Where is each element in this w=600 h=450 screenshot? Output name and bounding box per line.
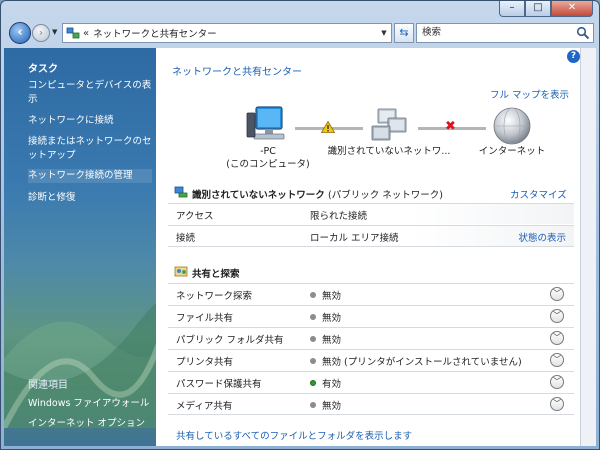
network-discovery-status: 無効 <box>322 291 342 302</box>
sharing-row-network-discovery: ネットワーク探索 無効 ﹀ <box>168 283 574 304</box>
access-label: アクセス <box>176 211 214 222</box>
file-sharing-status: 無効 <box>322 313 342 324</box>
address-path[interactable]: ネットワークと共有センター <box>93 26 377 40</box>
task-pane: タスク コンピュータとデバイスの表示 ネットワークに接続 接続またはネットワーク… <box>4 48 156 446</box>
related-windows-firewall[interactable]: Windows ファイアウォール <box>28 397 152 411</box>
sharing-row-media: メディア共有 無効 ﹀ <box>168 393 574 414</box>
expand-chevron-icon[interactable]: ﹀ <box>550 287 564 301</box>
task-diagnose-repair[interactable]: 診断と修復 <box>28 191 152 205</box>
internet-globe-icon[interactable] <box>492 106 532 146</box>
sharing-row-public-folder: パブリック フォルダ共有 無効 ﹀ <box>168 327 574 348</box>
vertical-scrollbar[interactable] <box>580 48 596 446</box>
connection-value: ローカル エリア接続 <box>310 233 399 244</box>
task-connect-network[interactable]: ネットワークに接続 <box>28 114 152 128</box>
status-dot-off <box>310 402 316 408</box>
network-name: 識別されていないネットワーク <box>192 190 325 201</box>
task-setup-connection[interactable]: 接続またはネットワークのセットアップ <box>28 135 152 163</box>
back-button[interactable]: ‹ <box>9 22 31 44</box>
network-section-title: 識別されていないネットワーク (パブリック ネットワーク) <box>192 187 443 201</box>
printer-sharing-status: 無効 (プリンタがインストールされていません) <box>322 357 522 368</box>
refresh-icon[interactable]: ⇆ <box>394 23 414 43</box>
address-dropdown-icon[interactable]: ▼ <box>377 29 391 37</box>
file-sharing-label: ファイル共有 <box>176 313 234 324</box>
customize-link[interactable]: カスタマイズ <box>510 187 567 201</box>
sharing-row-password-protected: パスワード保護共有 有効 ﹀ <box>168 371 574 392</box>
search-placeholder: 検索 <box>422 27 442 38</box>
expand-chevron-icon[interactable]: ﹀ <box>550 375 564 389</box>
media-sharing-status: 無効 <box>322 401 342 412</box>
tasks-heading: タスク <box>28 64 58 75</box>
maximize-button[interactable]: □ <box>525 1 551 17</box>
disconnected-x-icon: ✖ <box>445 119 456 134</box>
network-row-connection: 接続 ローカル エリア接続 状態の表示 <box>168 225 574 246</box>
status-dot-off <box>310 336 316 342</box>
status-dot-off <box>310 292 316 298</box>
network-section-icon <box>174 186 188 198</box>
network-row-access: アクセス 限られた接続 <box>168 203 574 224</box>
pc-subtitle: (このコンピュータ) <box>226 159 310 170</box>
view-status-link[interactable]: 状態の表示 <box>518 230 566 244</box>
password-sharing-value: 有効 <box>310 376 341 390</box>
full-map-link[interactable]: フル マップを表示 <box>490 87 569 101</box>
page-title: ネットワークと共有センター <box>172 67 302 78</box>
media-sharing-label: メディア共有 <box>176 401 233 412</box>
network-type: (パブリック ネットワーク) <box>328 190 443 201</box>
search-icon[interactable] <box>576 26 590 40</box>
network-discovery-label: ネットワーク探索 <box>176 291 253 302</box>
help-icon[interactable]: ? <box>567 50 580 63</box>
status-dot-off <box>310 314 316 320</box>
password-sharing-status: 有効 <box>322 379 342 390</box>
public-folder-value: 無効 <box>310 332 341 346</box>
pc-label: -PC (このコンピュータ) <box>220 145 316 171</box>
breadcrumb-chevron[interactable]: « <box>83 28 89 39</box>
access-value: 限られた接続 <box>310 211 368 222</box>
status-dot-off <box>310 358 316 364</box>
warning-icon <box>321 121 335 133</box>
related-internet-options[interactable]: インターネット オプション <box>28 417 152 431</box>
caption-buttons: – □ ✕ <box>499 1 593 17</box>
media-sharing-value: 無効 <box>310 398 341 412</box>
network-center-icon <box>66 27 80 39</box>
sharing-section-title: 共有と探索 <box>192 269 240 280</box>
expand-chevron-icon[interactable]: ﹀ <box>550 331 564 345</box>
recent-pages-dropdown[interactable]: ▼ <box>52 28 60 36</box>
related-heading: 関連項目 <box>28 380 68 391</box>
printer-sharing-label: プリンタ共有 <box>176 357 234 368</box>
expand-chevron-icon[interactable]: ﹀ <box>550 353 564 367</box>
sharing-row-file-sharing: ファイル共有 無効 ﹀ <box>168 305 574 326</box>
expand-chevron-icon[interactable]: ﹀ <box>550 397 564 411</box>
show-shared-files-link[interactable]: 共有しているすべてのファイルとフォルダを表示します <box>176 428 412 442</box>
computer-icon[interactable] <box>246 104 290 144</box>
close-button[interactable]: ✕ <box>551 1 593 17</box>
expand-chevron-icon[interactable]: ﹀ <box>550 309 564 323</box>
address-bar[interactable]: « ネットワークと共有センター ▼ <box>62 23 392 43</box>
network-node-label[interactable]: 識別されていないネットワ... <box>324 145 454 158</box>
navigation-bar: ‹ › ▼ « ネットワークと共有センター ▼ ⇆ 検索 <box>4 20 596 46</box>
password-sharing-label: パスワード保護共有 <box>176 379 262 390</box>
forward-button[interactable]: › <box>32 24 50 42</box>
printer-sharing-value: 無効 (プリンタがインストールされていません) <box>310 354 522 368</box>
sharing-section-icon <box>174 266 188 277</box>
status-dot-on <box>310 380 316 386</box>
task-manage-connections[interactable]: ネットワーク接続の管理 <box>28 169 152 183</box>
task-view-computers-devices[interactable]: コンピュータとデバイスの表示 <box>28 79 152 107</box>
connection-label: 接続 <box>176 233 196 244</box>
internet-label[interactable]: インターネット <box>472 145 552 158</box>
public-folder-label: パブリック フォルダ共有 <box>176 335 284 346</box>
public-folder-status: 無効 <box>322 335 342 346</box>
minimize-button[interactable]: – <box>499 1 525 17</box>
file-sharing-value: 無効 <box>310 310 341 324</box>
unidentified-network-icon[interactable] <box>370 106 410 144</box>
pc-name: -PC <box>260 146 276 157</box>
network-discovery-value: 無効 <box>310 288 341 302</box>
search-input[interactable]: 検索 <box>416 23 594 43</box>
sharing-row-printer: プリンタ共有 無効 (プリンタがインストールされていません) ﹀ <box>168 349 574 370</box>
